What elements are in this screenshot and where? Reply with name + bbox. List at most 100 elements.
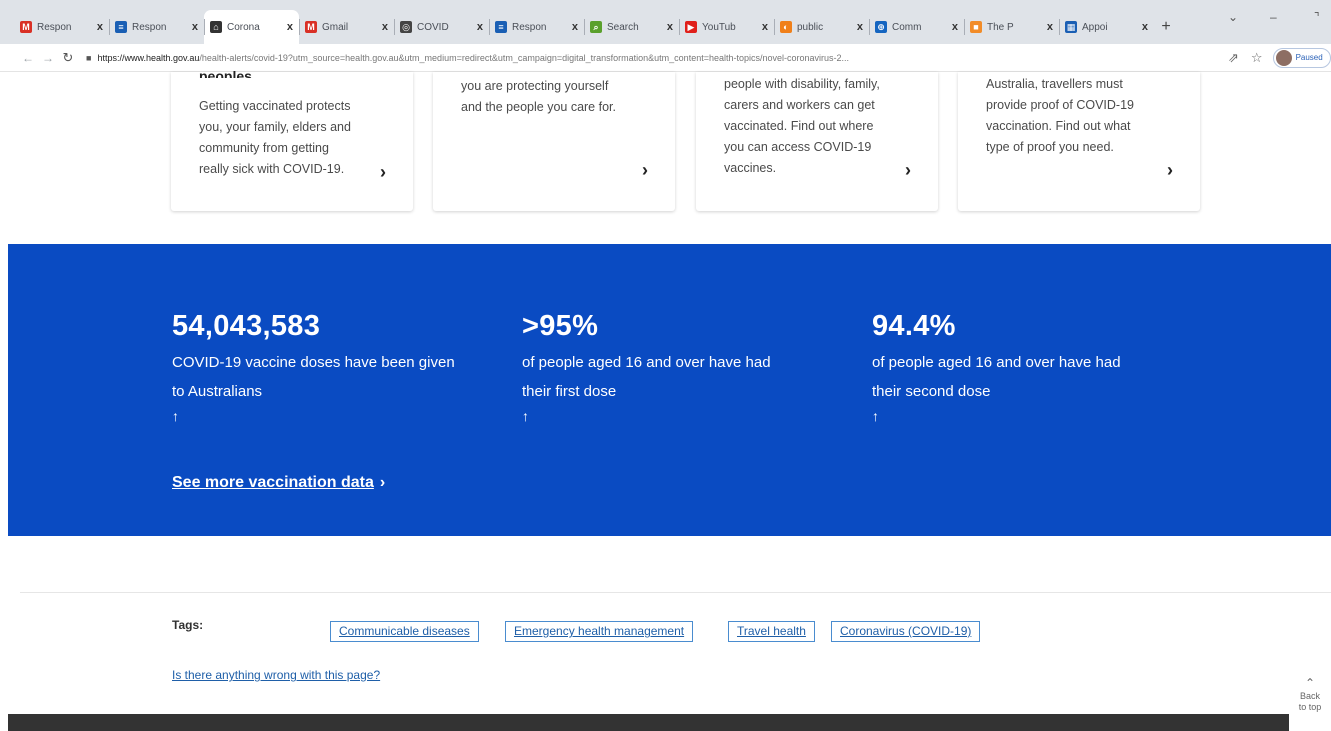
browser-tab-strip: M Respon x ≡ Respon x ⌂ Corona x M Gmail x ◎ COVID x ≡ R… xyxy=(0,0,1331,44)
chevron-right-icon[interactable]: › xyxy=(642,160,648,181)
new-tab-button[interactable]: + xyxy=(1154,10,1178,44)
tag-emergency-health-management[interactable]: Emergency health management xyxy=(505,621,694,642)
link-label: See more vaccination data xyxy=(172,474,374,491)
url-path: /health-alerts/covid-19?utm_source=healt… xyxy=(199,52,850,63)
browser-tab[interactable]: ⌕ Search x xyxy=(584,10,679,44)
tab-label: YouTub xyxy=(702,21,736,33)
card-line: carers and workers can get xyxy=(724,98,875,112)
browser-tab[interactable]: ◎ COVID x xyxy=(394,10,489,44)
back-arrow-icon[interactable]: ← xyxy=(18,51,38,65)
stat-description: of people aged 16 and over have had thei… xyxy=(872,348,1121,406)
report-page-issue-link[interactable]: Is there anything wrong with this page? xyxy=(172,668,380,682)
browser-tab[interactable]: ◐ public x xyxy=(774,10,869,44)
info-card-protecting[interactable]: you are protecting yourself and the peop… xyxy=(433,72,675,211)
close-icon[interactable]: x xyxy=(477,21,483,33)
tag-travel-health[interactable]: Travel health xyxy=(728,621,815,642)
browser-tab[interactable]: M Respon x xyxy=(14,10,109,44)
arrow-up-icon: ↑ xyxy=(872,408,879,424)
profile-status: Paused xyxy=(1295,53,1323,62)
stat-value: >95% xyxy=(522,310,599,342)
browser-tab[interactable]: ■ The P x xyxy=(964,10,1059,44)
reload-icon[interactable]: ↻ xyxy=(58,50,78,66)
card-line: vaccination. Find out what xyxy=(986,119,1131,133)
chevron-right-icon[interactable]: › xyxy=(905,160,911,181)
card-line: Getting vaccinated protects xyxy=(199,99,351,113)
share-icon[interactable]: ⇗ xyxy=(1228,50,1239,66)
chevron-right-icon[interactable]: › xyxy=(380,162,386,183)
browser-tab[interactable]: ⌂ Corona x xyxy=(204,10,299,44)
card-line: provide proof of COVID-19 xyxy=(986,98,1134,112)
lock-icon: ■ xyxy=(86,52,92,63)
gmail-icon: M xyxy=(305,21,317,33)
close-icon[interactable]: x xyxy=(97,21,103,33)
card-text: Getting vaccinated protects you, your fa… xyxy=(199,96,351,180)
tab-search-icon[interactable]: ⌄ xyxy=(1228,10,1238,24)
tab-label: The P xyxy=(987,21,1014,33)
stat-line: COVID-19 vaccine doses have been given xyxy=(172,354,455,371)
browser-tab[interactable]: ≡ Respon x xyxy=(109,10,204,44)
youtube-icon: ▶ xyxy=(685,21,697,33)
card-line: you, your family, elders and xyxy=(199,120,351,134)
tag-communicable-diseases[interactable]: Communicable diseases xyxy=(330,621,479,642)
chevron-right-icon[interactable]: › xyxy=(1167,160,1173,181)
card-text: you are protecting yourself and the peop… xyxy=(461,76,616,118)
profile-button[interactable]: Paused xyxy=(1272,47,1331,68)
browser-tab[interactable]: ≡ Respon x xyxy=(489,10,584,44)
info-card-vaccines-protect[interactable]: peoples Getting vaccinated protects you,… xyxy=(171,68,413,211)
close-icon[interactable]: x xyxy=(1047,21,1053,33)
public-icon: ◐ xyxy=(780,21,792,33)
card-line: you can access COVID-19 xyxy=(724,140,872,154)
card-line: Australia, travellers must xyxy=(986,77,1123,91)
browser-tab[interactable]: ⊕ Comm x xyxy=(869,10,964,44)
stat-line: to Australians xyxy=(172,383,263,400)
divider xyxy=(20,592,1331,593)
forward-arrow-icon[interactable]: → xyxy=(38,51,58,65)
avatar xyxy=(1275,49,1292,66)
globe-icon: ◎ xyxy=(400,21,412,33)
back-to-top-button[interactable]: ⌃ Back to top xyxy=(1289,676,1331,726)
tab-label: COVID xyxy=(417,21,449,33)
close-icon[interactable]: x xyxy=(762,21,768,33)
card-line: vaccines. xyxy=(724,161,777,175)
browser-tab[interactable]: ▦ Appoi x xyxy=(1059,10,1154,44)
browser-tab[interactable]: ▶ YouTub x xyxy=(679,10,774,44)
close-icon[interactable]: x xyxy=(287,21,293,33)
tab-label: Respon xyxy=(132,21,167,33)
browser-tab[interactable]: M Gmail x xyxy=(299,10,394,44)
vaccination-stats-banner: 54,043,583 COVID-19 vaccine doses have b… xyxy=(8,244,1331,536)
chevron-up-icon: ⌃ xyxy=(1304,676,1316,690)
card-line: community from getting xyxy=(199,141,329,155)
close-icon[interactable]: x xyxy=(382,21,388,33)
globe-icon: ⊕ xyxy=(875,21,887,33)
close-icon[interactable]: x xyxy=(192,21,198,33)
info-card-where-to-access[interactable]: people with disability, family, carers a… xyxy=(696,72,938,211)
stat-line: their first dose xyxy=(522,383,617,400)
tab-label: Appoi xyxy=(1082,21,1108,33)
close-icon[interactable]: x xyxy=(667,21,673,33)
forms-icon: ≡ xyxy=(115,21,127,33)
card-line: people with disability, family, xyxy=(724,77,880,91)
stat-description: COVID-19 vaccine doses have been given t… xyxy=(172,348,455,406)
close-icon[interactable]: x xyxy=(1142,21,1148,33)
calendar-icon: ▦ xyxy=(1065,21,1077,33)
star-icon[interactable]: ☆ xyxy=(1251,50,1263,66)
stat-line: their second dose xyxy=(872,383,991,400)
see-more-vaccination-data-link[interactable]: See more vaccination data › xyxy=(172,474,385,492)
card-text: people with disability, family, carers a… xyxy=(724,74,880,179)
info-card-proof-of-vaccination[interactable]: Australia, travellers must provide proof… xyxy=(958,72,1200,211)
card-title: peoples xyxy=(199,68,252,78)
tab-label: Search xyxy=(607,21,639,33)
close-icon[interactable]: x xyxy=(952,21,958,33)
card-line: really sick with COVID-19. xyxy=(199,162,345,176)
tab-label: Gmail xyxy=(322,21,349,33)
address-bar[interactable]: ■ https://www.health.gov.au/health-alert… xyxy=(86,47,1216,69)
close-icon[interactable]: x xyxy=(572,21,578,33)
close-icon[interactable]: x xyxy=(857,21,863,33)
tab-label: Respon xyxy=(37,21,72,33)
bookmark-icon: ■ xyxy=(970,21,982,33)
back-to-top-label: to top xyxy=(1298,702,1322,712)
restore-icon[interactable]: ⌝ xyxy=(1314,10,1320,24)
tag-coronavirus[interactable]: Coronavirus (COVID-19) xyxy=(831,621,981,642)
search-icon: ⌕ xyxy=(590,21,602,33)
minimize-icon[interactable]: – xyxy=(1270,10,1277,24)
